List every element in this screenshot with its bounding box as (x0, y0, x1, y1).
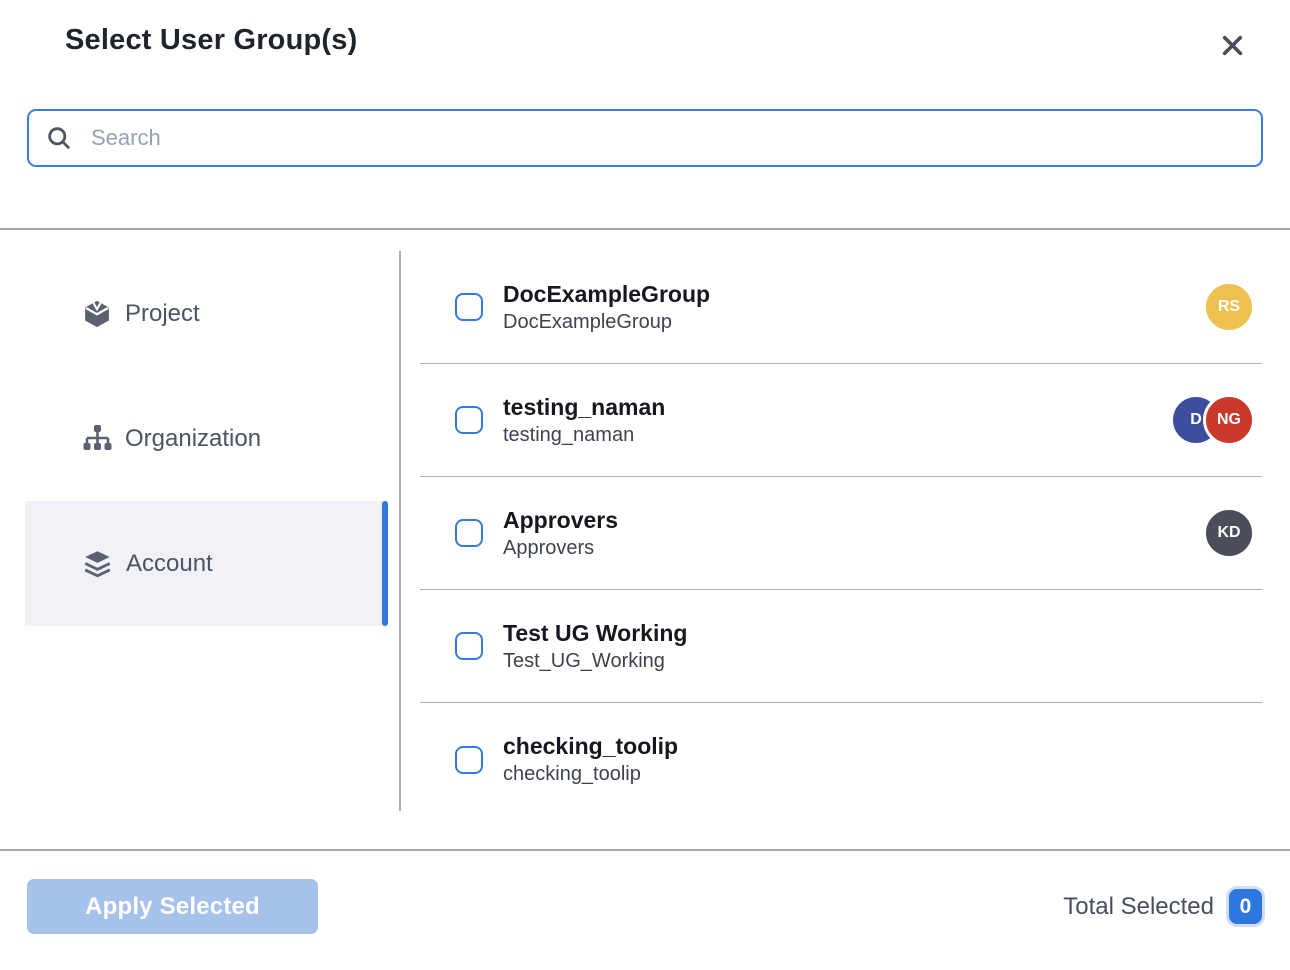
group-row: checking_toolip checking_toolip (420, 703, 1262, 816)
modal-body: Project (0, 230, 1290, 849)
group-checkbox[interactable] (455, 293, 483, 321)
group-name: Approvers (503, 507, 618, 534)
avatar: KD (1203, 507, 1255, 559)
tab-account-label: Account (126, 550, 213, 578)
tab-account[interactable]: Account (25, 501, 388, 626)
modal-footer: Apply Selected Total Selected 0 (0, 851, 1290, 970)
avatar: RS (1203, 281, 1255, 333)
group-row: Test UG Working Test_UG_Working (420, 590, 1262, 703)
group-name: testing_naman (503, 394, 665, 421)
group-checkbox[interactable] (455, 406, 483, 434)
group-list: DocExampleGroup DocExampleGroup RS testi… (401, 230, 1290, 849)
select-user-groups-modal: Select User Group(s) (0, 0, 1290, 970)
group-subtitle: Test_UG_Working (503, 650, 687, 673)
group-checkbox[interactable] (455, 632, 483, 660)
group-checkbox[interactable] (455, 746, 483, 774)
modal-header: Select User Group(s) (0, 0, 1290, 65)
group-name: checking_toolip (503, 733, 678, 760)
total-selected: Total Selected 0 (1063, 889, 1262, 924)
group-avatars: DNG (1170, 394, 1255, 446)
group-subtitle: checking_toolip (503, 763, 678, 786)
group-avatars: KD (1203, 507, 1255, 559)
group-subtitle: DocExampleGroup (503, 311, 710, 334)
group-subtitle: Approvers (503, 537, 618, 560)
search-input[interactable] (27, 109, 1263, 167)
tab-organization-label: Organization (125, 425, 261, 453)
group-name: Test UG Working (503, 620, 687, 647)
sitemap-icon (82, 424, 112, 454)
group-row: testing_naman testing_naman DNG (420, 364, 1262, 477)
modal-title: Select User Group(s) (65, 24, 357, 57)
group-subtitle: testing_naman (503, 424, 665, 447)
close-icon (1219, 32, 1246, 59)
tab-project[interactable]: Project (25, 251, 388, 376)
group-name: DocExampleGroup (503, 281, 710, 308)
close-button[interactable] (1213, 26, 1252, 65)
tab-project-label: Project (125, 300, 200, 328)
group-row: DocExampleGroup DocExampleGroup RS (420, 251, 1262, 364)
total-selected-label: Total Selected (1063, 893, 1214, 921)
group-checkbox[interactable] (455, 519, 483, 547)
scope-tabs-panel: Project (0, 230, 401, 849)
apply-selected-button[interactable]: Apply Selected (27, 879, 318, 934)
avatar: NG (1203, 394, 1255, 446)
cube-icon (82, 299, 112, 329)
layers-icon (82, 548, 113, 579)
tab-organization[interactable]: Organization (25, 376, 388, 501)
scope-tabs-list: Project (0, 251, 401, 811)
search-bar (27, 109, 1263, 167)
group-row: Approvers Approvers KD (420, 477, 1262, 590)
group-avatars: RS (1203, 281, 1255, 333)
total-selected-badge: 0 (1229, 889, 1262, 924)
